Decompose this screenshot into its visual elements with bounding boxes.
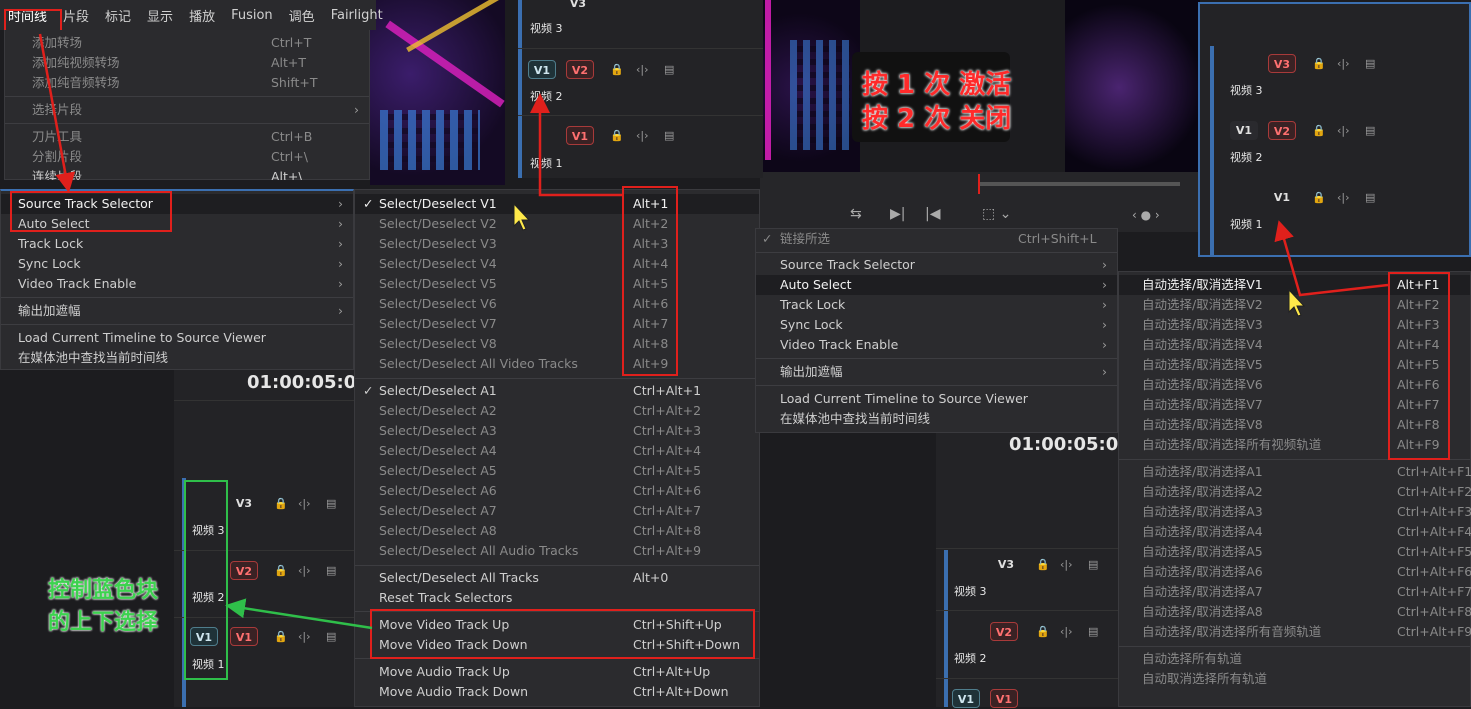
arrow-autoselect-to-v1 — [1274, 220, 1389, 297]
annotation-arrows — [38, 33, 1389, 630]
arrow-move-to-selector — [225, 598, 373, 630]
arrow-menu-to-selector — [38, 33, 76, 193]
cursor-icon — [513, 202, 531, 231]
arrow-shortcut-to-v1 — [530, 93, 622, 197]
